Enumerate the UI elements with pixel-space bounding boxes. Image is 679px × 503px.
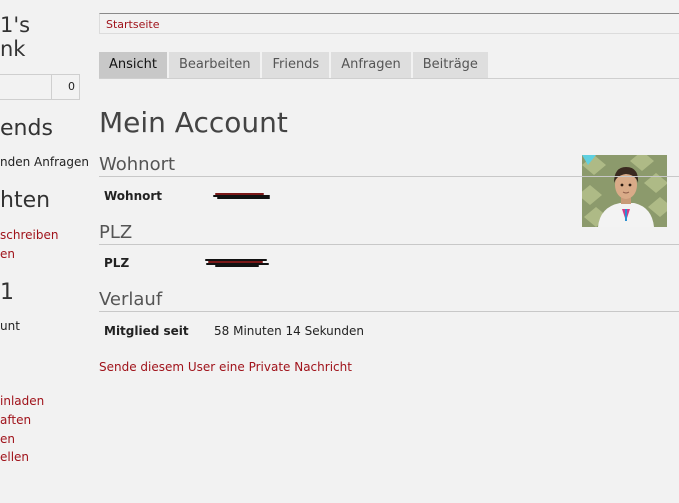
tab-bar: Ansicht Bearbeiten Friends Anfragen Beit…: [99, 52, 490, 78]
sidebar-user-heading: 1: [0, 280, 14, 305]
field-value-mitglied-seit: 58 Minuten 14 Sekunden: [214, 324, 364, 338]
field-label-wohnort: Wohnort: [104, 189, 163, 203]
redacted-wohnort-value: [213, 190, 270, 202]
section-heading-plz: PLZ: [99, 222, 679, 245]
sidebar-link-en-2[interactable]: en: [0, 432, 15, 446]
sidebar-pending-requests: nden Anfragen: [0, 155, 89, 169]
sidebar-messages-heading: hten: [0, 188, 51, 213]
sidebar-friends-heading: ends: [0, 116, 53, 141]
sidebar-link-en-1[interactable]: en: [0, 247, 15, 261]
tab-bearbeiten[interactable]: Bearbeiten: [169, 52, 261, 78]
send-private-message-link[interactable]: Sende diesem User eine Private Nachricht: [99, 360, 352, 374]
sidebar-counter-box: 0: [0, 74, 80, 100]
section-heading-verlauf: Verlauf: [99, 289, 679, 312]
left-sidebar: 1's nk 0 ends nden Anfragen hten schreib…: [0, 0, 90, 503]
sidebar-properties-link[interactable]: aften: [0, 413, 31, 427]
sidebar-title-line1: 1's: [0, 13, 31, 37]
tab-friends[interactable]: Friends: [262, 52, 330, 78]
field-label-mitglied-seit: Mitglied seit: [104, 324, 189, 338]
redacted-plz-value: [205, 257, 269, 269]
field-label-plz: PLZ: [104, 256, 130, 270]
breadcrumb-home-link[interactable]: Startseite: [106, 18, 160, 31]
sidebar-write-link[interactable]: schreiben: [0, 228, 58, 242]
tab-anfragen[interactable]: Anfragen: [331, 52, 411, 78]
section-heading-wohnort: Wohnort: [99, 154, 679, 177]
tab-beitraege[interactable]: Beiträge: [412, 52, 488, 78]
sidebar-settings-link[interactable]: ellen: [0, 450, 29, 464]
sidebar-count: 0: [51, 75, 79, 99]
sidebar-account-text: unt: [0, 319, 20, 333]
breadcrumb: Startseite: [99, 13, 679, 34]
sidebar-title-line2: nk: [0, 37, 26, 61]
tab-divider: [99, 78, 679, 79]
tab-ansicht[interactable]: Ansicht: [99, 52, 168, 78]
sidebar-invite-link[interactable]: inladen: [0, 394, 44, 408]
page-title: Mein Account: [99, 106, 288, 139]
